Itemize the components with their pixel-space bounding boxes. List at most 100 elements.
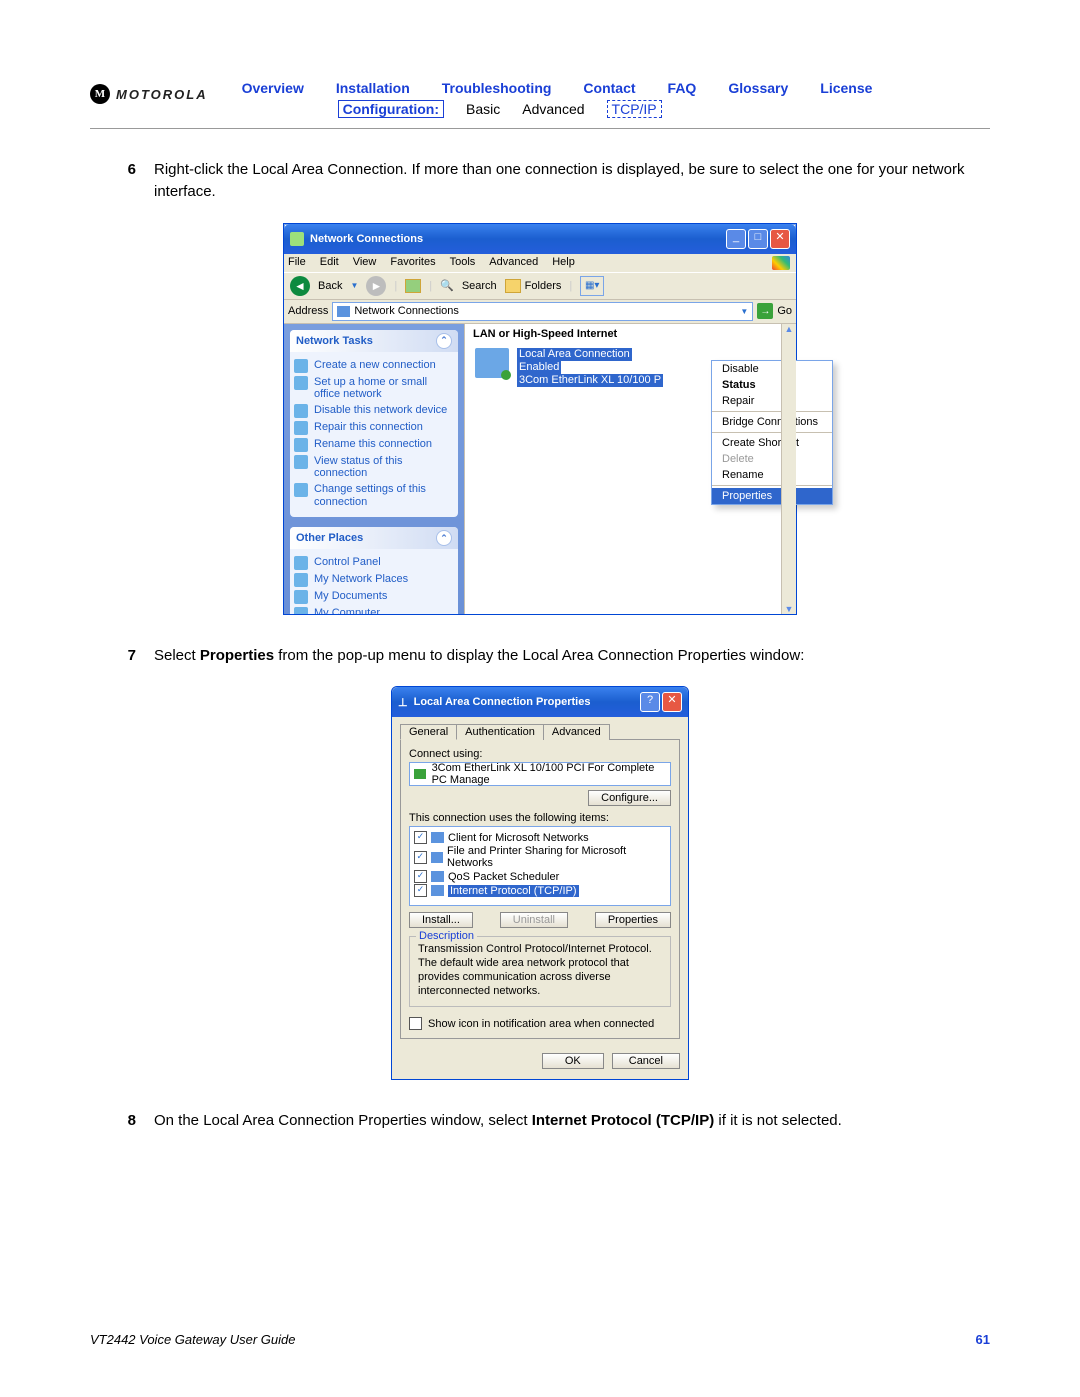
step-text: Select Properties from the pop-up menu t… bbox=[154, 645, 972, 667]
go-label[interactable]: Go bbox=[777, 305, 792, 317]
list-item[interactable]: ✓File and Printer Sharing for Microsoft … bbox=[414, 845, 666, 869]
address-label: Address bbox=[288, 305, 328, 317]
dropdown-icon[interactable]: ▼ bbox=[740, 307, 748, 316]
collapse-icon[interactable]: ⌃ bbox=[436, 530, 452, 546]
config-basic[interactable]: Basic bbox=[466, 101, 500, 117]
menu-favorites[interactable]: Favorites bbox=[390, 256, 435, 270]
scrollbar[interactable]: ▲▼ bbox=[781, 324, 796, 614]
config-advanced[interactable]: Advanced bbox=[522, 101, 584, 117]
configure-button[interactable]: Configure... bbox=[588, 790, 671, 806]
description-fieldset: Description Transmission Control Protoco… bbox=[409, 936, 671, 1007]
folders-button[interactable]: Folders bbox=[505, 279, 562, 293]
menu-delete: Delete bbox=[712, 451, 832, 467]
nav-license[interactable]: License bbox=[820, 80, 872, 96]
task-item[interactable]: Change settings of this connection bbox=[294, 483, 454, 508]
step-7: 7 Select Properties from the pop-up menu… bbox=[108, 645, 972, 667]
task-icon bbox=[294, 421, 308, 435]
menu-properties[interactable]: Properties bbox=[712, 488, 832, 504]
show-icon-option[interactable]: Show icon in notification area when conn… bbox=[409, 1017, 671, 1030]
close-button[interactable]: ✕ bbox=[662, 692, 682, 712]
place-item[interactable]: My Computer bbox=[294, 607, 454, 613]
tab-pane: Connect using: 3Com EtherLink XL 10/100 … bbox=[400, 739, 680, 1039]
nav-troubleshooting[interactable]: Troubleshooting bbox=[442, 80, 552, 96]
task-item[interactable]: Repair this connection bbox=[294, 421, 454, 435]
menu-help[interactable]: Help bbox=[552, 256, 575, 270]
top-nav: Overview Installation Troubleshooting Co… bbox=[238, 80, 990, 118]
task-icon bbox=[294, 404, 308, 418]
menu-advanced[interactable]: Advanced bbox=[489, 256, 538, 270]
brand-text: MOTOROLA bbox=[116, 87, 208, 102]
nav-faq[interactable]: FAQ bbox=[668, 80, 697, 96]
up-folder-icon[interactable] bbox=[405, 279, 421, 293]
network-connections-window: Network Connections _ □ ✕ File Edit View… bbox=[283, 223, 797, 615]
menu-shortcut[interactable]: Create Shortcut bbox=[712, 435, 832, 451]
menu-separator bbox=[712, 432, 832, 433]
step-text: On the Local Area Connection Properties … bbox=[154, 1110, 972, 1132]
install-button[interactable]: Install... bbox=[409, 912, 473, 928]
minimize-button[interactable]: _ bbox=[726, 229, 746, 249]
menu-status[interactable]: Status bbox=[712, 377, 832, 393]
search-icon[interactable]: 🔍 bbox=[440, 279, 454, 292]
list-item[interactable]: ✓Client for Microsoft Networks bbox=[414, 831, 666, 844]
checkbox-icon[interactable] bbox=[409, 1017, 422, 1030]
ok-button[interactable]: OK bbox=[542, 1053, 604, 1069]
nic-field[interactable]: 3Com EtherLink XL 10/100 PCI For Complet… bbox=[409, 762, 671, 786]
config-tcpip[interactable]: TCP/IP bbox=[607, 100, 662, 118]
menu-disable[interactable]: Disable bbox=[712, 361, 832, 377]
address-input[interactable]: Network Connections ▼ bbox=[332, 302, 753, 321]
back-button[interactable]: ◄ bbox=[290, 276, 310, 296]
close-button[interactable]: ✕ bbox=[770, 229, 790, 249]
place-item[interactable]: My Documents bbox=[294, 590, 454, 604]
tab-authentication[interactable]: Authentication bbox=[456, 724, 544, 740]
menu-edit[interactable]: Edit bbox=[320, 256, 339, 270]
maximize-button[interactable]: □ bbox=[748, 229, 768, 249]
back-dropdown-icon[interactable]: ▼ bbox=[350, 281, 358, 290]
checkbox-icon[interactable]: ✓ bbox=[414, 884, 427, 897]
place-item[interactable]: My Network Places bbox=[294, 573, 454, 587]
menu-repair[interactable]: Repair bbox=[712, 393, 832, 409]
tab-advanced[interactable]: Advanced bbox=[543, 724, 610, 740]
list-item-selected[interactable]: ✓Internet Protocol (TCP/IP) bbox=[414, 884, 666, 897]
other-places-header: Other Places bbox=[296, 532, 363, 544]
titlebar[interactable]: Network Connections _ □ ✕ bbox=[284, 224, 796, 254]
task-item[interactable]: Set up a home or small office network bbox=[294, 376, 454, 401]
titlebar[interactable]: ⊥ Local Area Connection Properties ? ✕ bbox=[392, 687, 688, 717]
step-number: 8 bbox=[108, 1110, 136, 1132]
properties-button[interactable]: Properties bbox=[595, 912, 671, 928]
menu-file[interactable]: File bbox=[288, 256, 306, 270]
forward-button[interactable]: ► bbox=[366, 276, 386, 296]
search-label[interactable]: Search bbox=[462, 280, 497, 292]
items-listbox[interactable]: ✓Client for Microsoft Networks ✓File and… bbox=[409, 826, 671, 906]
place-icon bbox=[294, 607, 308, 613]
menu-rename[interactable]: Rename bbox=[712, 467, 832, 483]
checkbox-icon[interactable]: ✓ bbox=[414, 831, 427, 844]
lan-properties-window: ⊥ Local Area Connection Properties ? ✕ G… bbox=[391, 686, 689, 1080]
menu-tools[interactable]: Tools bbox=[450, 256, 476, 270]
menu-view[interactable]: View bbox=[353, 256, 377, 270]
task-item[interactable]: View status of this connection bbox=[294, 455, 454, 480]
collapse-icon[interactable]: ⌃ bbox=[436, 333, 452, 349]
menu-bridge[interactable]: Bridge Connections bbox=[712, 414, 832, 430]
tab-general[interactable]: General bbox=[400, 724, 457, 740]
checkbox-icon[interactable]: ✓ bbox=[414, 851, 427, 864]
go-button[interactable]: → bbox=[757, 303, 773, 319]
task-item[interactable]: Disable this network device bbox=[294, 404, 454, 418]
nav-contact[interactable]: Contact bbox=[583, 80, 635, 96]
task-item[interactable]: Create a new connection bbox=[294, 359, 454, 373]
place-item[interactable]: Control Panel bbox=[294, 556, 454, 570]
other-places-panel: Other Places ⌃ Control Panel My Network … bbox=[290, 527, 458, 613]
context-menu: Disable Status Repair Bridge Connections… bbox=[711, 360, 833, 505]
view-button[interactable]: ▦▾ bbox=[580, 276, 604, 296]
nav-overview[interactable]: Overview bbox=[242, 80, 304, 96]
cancel-button[interactable]: Cancel bbox=[612, 1053, 680, 1069]
task-item[interactable]: Rename this connection bbox=[294, 438, 454, 452]
task-icon bbox=[294, 483, 308, 497]
help-button[interactable]: ? bbox=[640, 692, 660, 712]
nav-glossary[interactable]: Glossary bbox=[728, 80, 788, 96]
menu-separator bbox=[712, 485, 832, 486]
checkbox-icon[interactable]: ✓ bbox=[414, 870, 427, 883]
list-item[interactable]: ✓QoS Packet Scheduler bbox=[414, 870, 666, 883]
page-header: MOTOROLA Overview Installation Troublesh… bbox=[90, 80, 990, 129]
network-tasks-panel: Network Tasks ⌃ Create a new connection … bbox=[290, 330, 458, 518]
nav-installation[interactable]: Installation bbox=[336, 80, 410, 96]
